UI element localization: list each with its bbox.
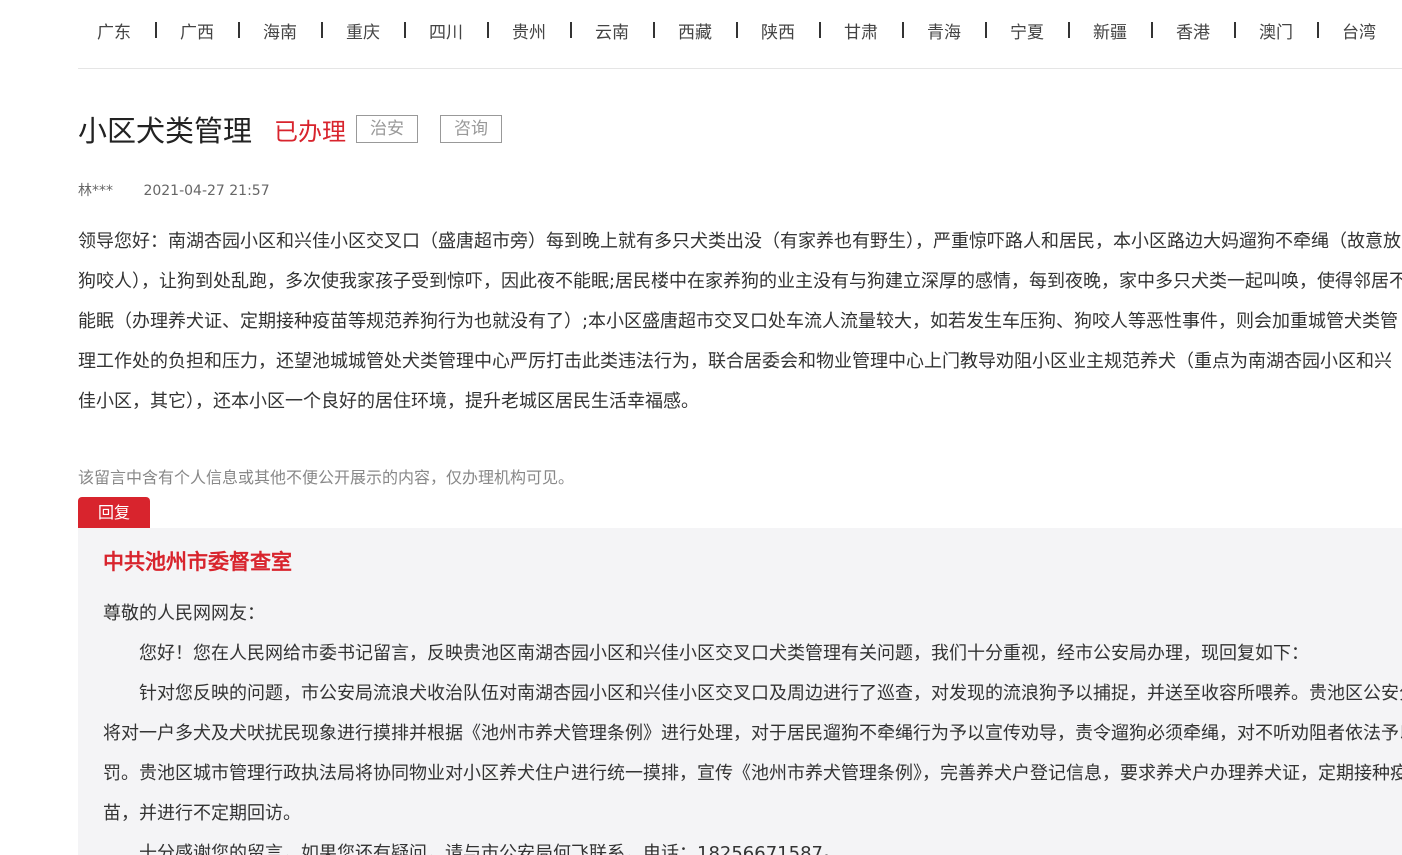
privacy-note: 该留言中含有个人信息或其他不便公开展示的内容，仅办理机构可见。 [78, 468, 575, 487]
region-item: 广东 [97, 18, 180, 43]
region-divider [155, 22, 157, 38]
region-divider [1151, 22, 1153, 38]
reply-content: 尊敬的人民网网友： 您好！您在人民网给市委书记留言，反映贵池区南湖杏园小区和兴佳… [103, 594, 1402, 855]
region-link[interactable]: 重庆 [346, 18, 380, 43]
region-item: 贵州 [512, 18, 595, 43]
message-title: 小区犬类管理 [78, 114, 253, 148]
region-link[interactable]: 甘肃 [844, 18, 878, 43]
region-item: 西藏 [678, 18, 761, 43]
region-link[interactable]: 广西 [180, 18, 214, 43]
region-divider [653, 22, 655, 38]
author-name: 林*** [78, 183, 113, 199]
tag-type[interactable]: 咨询 [440, 115, 503, 143]
region-divider [487, 22, 489, 38]
region-link[interactable]: 新疆 [1093, 18, 1127, 43]
message-header: 小区犬类管理 已办理 治安 咨询 [78, 106, 503, 152]
reply-org-name: 中共池州市委督查室 [103, 550, 292, 574]
region-divider [570, 22, 572, 38]
region-item: 青海 [927, 18, 1010, 43]
region-link[interactable]: 澳门 [1259, 18, 1293, 43]
region-item: 新疆 [1093, 18, 1176, 43]
region-item: 香港 [1176, 18, 1259, 43]
region-divider [902, 22, 904, 38]
reply-badge: 回复 [78, 497, 150, 528]
region-link[interactable]: 四川 [429, 18, 463, 43]
region-divider [404, 22, 406, 38]
region-item: 甘肃 [844, 18, 927, 43]
post-time: 2021-04-27 21:57 [143, 183, 270, 199]
region-divider [1068, 22, 1070, 38]
page: 广东 广西 海南 重庆 四川 贵州 云南 西藏 陕西 甘肃 青海 宁夏 新疆 香港 澳门 台湾 小区犬类管理 … [0, 0, 1402, 855]
region-divider [819, 22, 821, 38]
region-item: 陕西 [761, 18, 844, 43]
region-item: 台湾 [1342, 18, 1376, 43]
region-item: 四川 [429, 18, 512, 43]
reply-paragraph: 针对您反映的问题，市公安局流浪犬收治队伍对南湖杏园小区和兴佳小区交叉口及周边进行… [103, 683, 1402, 824]
region-divider [321, 22, 323, 38]
region-link[interactable]: 海南 [263, 18, 297, 43]
region-link[interactable]: 香港 [1176, 18, 1210, 43]
reply-panel: 中共池州市委督查室 尊敬的人民网网友： 您好！您在人民网给市委书记留言，反映贵池… [78, 528, 1402, 855]
reply-paragraph: 十分感谢您的留言，如果您还有疑问，请与市公安局何飞联系，电话：182566715… [139, 843, 841, 855]
region-link[interactable]: 云南 [595, 18, 629, 43]
region-item: 澳门 [1259, 18, 1342, 43]
region-link[interactable]: 青海 [927, 18, 961, 43]
tag-category[interactable]: 治安 [356, 115, 419, 143]
region-list: 广东 广西 海南 重庆 四川 贵州 云南 西藏 陕西 甘肃 青海 宁夏 新疆 香港 澳门 台湾 [78, 0, 1402, 60]
status-badge: 已办理 [274, 117, 347, 146]
region-divider [736, 22, 738, 38]
region-link[interactable]: 台湾 [1342, 18, 1376, 43]
region-item: 云南 [595, 18, 678, 43]
region-link[interactable]: 广东 [97, 18, 131, 43]
region-link[interactable]: 西藏 [678, 18, 712, 43]
region-item: 海南 [263, 18, 346, 43]
reply-greeting: 尊敬的人民网网友： [103, 603, 265, 624]
region-item: 广西 [180, 18, 263, 43]
message-body: 领导您好：南湖杏园小区和兴佳小区交叉口（盛唐超市旁）每到晚上就有多只犬类出没（有… [78, 231, 1402, 412]
region-link[interactable]: 宁夏 [1010, 18, 1044, 43]
region-divider [238, 22, 240, 38]
region-item: 宁夏 [1010, 18, 1093, 43]
region-link[interactable]: 贵州 [512, 18, 546, 43]
message-meta: 林*** 2021-04-27 21:57 [78, 180, 270, 200]
region-divider [1234, 22, 1236, 38]
region-item: 重庆 [346, 18, 429, 43]
region-divider [985, 22, 987, 38]
reply-paragraph: 您好！您在人民网给市委书记留言，反映贵池区南湖杏园小区和兴佳小区交叉口犬类管理有… [139, 643, 1309, 664]
region-divider [1317, 22, 1319, 38]
region-nav: 广东 广西 海南 重庆 四川 贵州 云南 西藏 陕西 甘肃 青海 宁夏 新疆 香港 澳门 台湾 [78, 0, 1402, 69]
region-link[interactable]: 陕西 [761, 18, 795, 43]
